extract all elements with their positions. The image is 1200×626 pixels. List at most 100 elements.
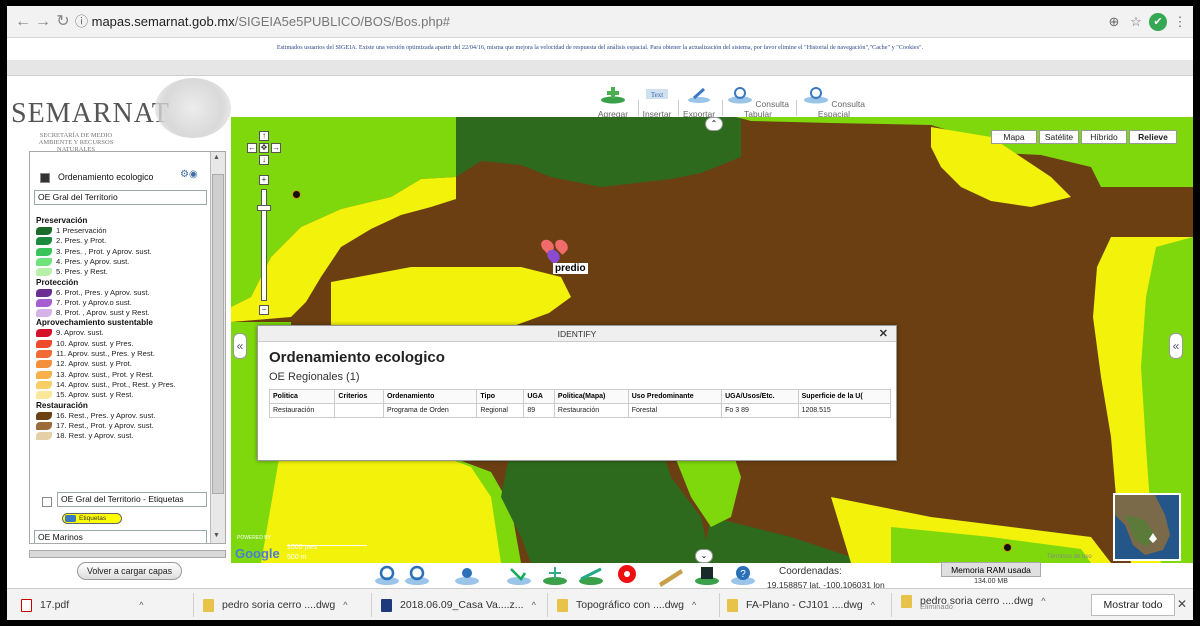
tabular-query-button[interactable]: Consulta Tabular (723, 86, 797, 119)
labels-chip: Etiquetas (62, 513, 122, 524)
legend-item-label: 18. Rest. y Aprov. sust. (56, 431, 134, 441)
close-icon[interactable]: ✕ (879, 326, 888, 342)
download-item[interactable]: 2018.06.09_Casa Va....z... ^ (381, 595, 536, 615)
terms-link[interactable]: Términos de uso (1047, 554, 1092, 560)
table-header-cell: UGA (523, 389, 555, 404)
chevron-up-icon[interactable]: ^ (871, 600, 875, 610)
legend-item: 18. Rest. y Aprov. sust. (36, 431, 134, 441)
pan-center-icon[interactable]: ✥ (259, 143, 269, 153)
pan-tool-icon[interactable] (505, 563, 533, 587)
identify-table-body: Restauración Programa de Orden Regional 89 R… (268, 403, 892, 418)
pan-up-icon[interactable]: ↑ (259, 131, 269, 141)
extension-check-icon[interactable]: ✔ (1149, 13, 1167, 31)
close-downloads-icon[interactable]: ✕ (1177, 597, 1187, 611)
table-row[interactable]: Restauración Programa de Orden Regional 89 R… (268, 403, 892, 418)
identify-tool-icon[interactable] (613, 563, 641, 587)
reload-icon[interactable]: ↻ (53, 12, 73, 32)
menu-dots-icon[interactable]: ⋮ (1171, 13, 1189, 31)
coordinates-label: Coordenadas: (779, 566, 842, 577)
show-all-downloads-button[interactable]: Mostrar todo (1091, 594, 1175, 616)
labels-layer-select[interactable]: OE Gral del Territorio - Etiquetas (57, 492, 207, 507)
zoom-out-icon[interactable]: − (259, 305, 269, 315)
collapse-toolbar-icon[interactable]: ⌃ (705, 117, 723, 131)
download-name: FA-Plano - CJ101 ....dwg (746, 599, 863, 611)
legend-swatch-icon (36, 411, 52, 420)
add-layer-icon (601, 87, 625, 104)
chevron-up-icon[interactable]: ^ (532, 600, 536, 610)
legend-swatch-icon (36, 298, 52, 307)
scale-meters: 500 m (287, 554, 307, 561)
chevron-up-icon[interactable]: ^ (139, 600, 143, 610)
legend-swatch-icon (36, 247, 52, 256)
download-separator (719, 593, 720, 617)
map-label-dot (1003, 543, 1012, 552)
legend-item-label: 12. Aprov. sust. y Prot. (56, 359, 132, 369)
info-icon[interactable]: ⓘ (75, 14, 92, 29)
map-type-mapa[interactable]: Mapa (991, 130, 1037, 144)
zoom-in-tool-icon[interactable] (373, 563, 401, 587)
map-viewport[interactable]: Mapa Satélite Híbrido Relieve ↑ ← ✥ → ↓ … (231, 117, 1193, 563)
expand-left-icon[interactable]: « (233, 333, 247, 359)
download-item[interactable]: pedro soria cerro ....dwg ^ Eliminado (901, 591, 1045, 611)
zoom-icon[interactable]: ⊕ (1105, 13, 1123, 31)
table-header-cell: Tipo (476, 389, 525, 404)
pan-down-icon[interactable]: ↓ (259, 155, 269, 165)
layer-select[interactable]: OE Gral del Territorio (34, 190, 207, 205)
legend-item-label: 4. Pres. y Aprov. sust. (56, 256, 130, 266)
layers-scrollbar[interactable]: ▲ ▼ (210, 152, 225, 543)
reload-layers-button[interactable]: Volver a cargar capas (77, 562, 182, 580)
expand-right-icon[interactable]: « (1169, 333, 1183, 359)
forward-icon[interactable]: → (33, 12, 53, 32)
chevron-up-icon[interactable]: ^ (1041, 596, 1045, 606)
back-icon[interactable]: ← (13, 12, 33, 32)
identify-popup: IDENTIFY ✕ Ordenamiento ecologico OE Reg… (257, 325, 897, 461)
pan-right-icon[interactable]: → (271, 143, 281, 153)
export-button[interactable]: Exportar (679, 86, 723, 119)
layer-options-icon[interactable]: ⚙◉ (180, 169, 198, 180)
measure-tool-icon[interactable] (541, 563, 569, 587)
map-type-relieve[interactable]: Relieve (1129, 130, 1177, 144)
map-type-hibrido[interactable]: Híbrido (1081, 130, 1127, 144)
update-notice: Estimados usuarios del SIGEIA. Existe un… (276, 44, 924, 51)
expand-bottom-icon[interactable]: ⌄ (695, 549, 713, 563)
download-name: 17.pdf (40, 599, 70, 611)
scroll-down-icon[interactable]: ▼ (213, 532, 220, 539)
map-type-satelite[interactable]: Satélite (1039, 130, 1079, 144)
zoom-in-icon[interactable]: + (259, 175, 269, 185)
add-layer-button[interactable]: Agregar (591, 86, 639, 119)
ruler-tool-icon[interactable] (657, 563, 685, 587)
legend-group-title: Restauración (36, 400, 88, 410)
zoom-out-tool-icon[interactable] (403, 563, 431, 587)
address-bar[interactable]: ⓘ mapas.semarnat.gob.mx/SIGEIA5e5PUBLICO… (75, 10, 1065, 34)
legend-item-label: 17. Rest., Prot. y Aprov. sust. (56, 420, 154, 430)
pan-left-icon[interactable]: ← (247, 143, 257, 153)
layers-scroll-thumb[interactable] (212, 174, 224, 494)
overview-map[interactable] (1113, 493, 1181, 561)
full-extent-tool-icon[interactable] (453, 563, 481, 587)
download-item[interactable]: FA-Plano - CJ101 ....dwg ^ (727, 595, 875, 615)
download-item[interactable]: pedro soria cerro ....dwg ^ (203, 595, 347, 615)
layer-ordenamiento-checkbox[interactable] (40, 173, 50, 183)
help-tool-icon[interactable]: ? (729, 563, 757, 587)
download-item[interactable]: Topográfico con ....dwg ^ (557, 595, 696, 615)
table-header-cell: Superficie de la U( (797, 389, 892, 404)
insert-button[interactable]: Text Insertar (639, 86, 679, 119)
legend-item: 9. Aprov. sust. (36, 328, 104, 338)
labels-layer-checkbox[interactable] (42, 497, 52, 507)
scroll-up-icon[interactable]: ▲ (213, 154, 220, 161)
layer-tool-icon[interactable] (693, 563, 721, 587)
legend-item: 10. Aprov. sust. y Pres. (36, 339, 134, 349)
chevron-up-icon[interactable]: ^ (692, 600, 696, 610)
marinos-layer-select[interactable]: OE Marinos (34, 530, 207, 543)
legend-item: 5. Pres. y Rest. (36, 267, 108, 277)
tabular-query-icon (728, 87, 753, 104)
legend-item-label: 9. Aprov. sust. (56, 328, 104, 338)
chevron-up-icon[interactable]: ^ (343, 600, 347, 610)
draw-tool-icon[interactable] (577, 563, 605, 587)
bookmark-star-icon[interactable]: ☆ (1127, 13, 1145, 31)
download-item[interactable]: 17.pdf ^ (21, 595, 143, 615)
zoom-slider-thumb[interactable] (257, 205, 271, 211)
layers-hscrollbar[interactable] (29, 550, 226, 558)
legend-swatch-icon (36, 227, 52, 235)
spatial-query-button[interactable]: Consulta Espacial (797, 86, 871, 119)
